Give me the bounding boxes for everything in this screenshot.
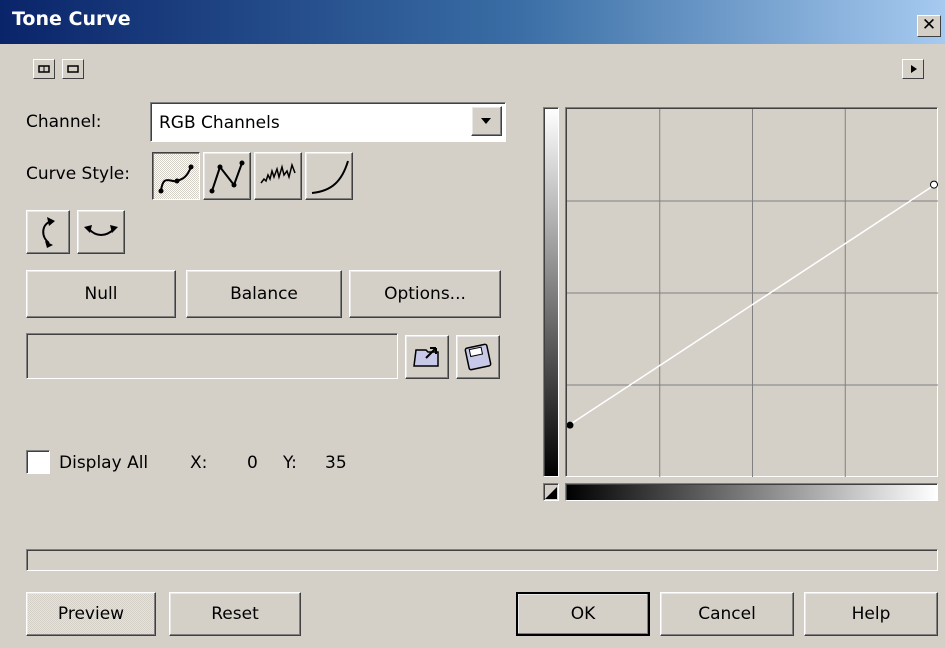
display-all-checkbox[interactable] — [26, 450, 50, 474]
open-preset-button[interactable] — [405, 335, 449, 379]
help-button-label: Help — [851, 604, 891, 624]
expand-view-button[interactable] — [33, 59, 55, 79]
channel-dropdown[interactable]: RGB Channels — [150, 102, 506, 142]
flip-horizontal-button[interactable] — [77, 210, 125, 254]
cancel-button-label: Cancel — [698, 604, 756, 624]
input-gradient-bar — [565, 483, 938, 501]
ok-button-label: OK — [570, 604, 596, 624]
flip-vertical-button[interactable] — [26, 210, 70, 254]
null-button-label: Null — [84, 284, 118, 304]
graph-grid — [567, 109, 938, 477]
collapse-view-button[interactable] — [62, 59, 84, 79]
balance-button[interactable]: Balance — [186, 270, 342, 318]
progress-bar — [26, 549, 938, 571]
smooth-curve-icon — [158, 164, 194, 194]
preset-name-field[interactable] — [26, 333, 398, 379]
single-panel-icon — [67, 65, 79, 73]
linear-curve-icon — [209, 160, 245, 194]
curve-style-gamma-button[interactable] — [305, 152, 353, 200]
curve-style-linear-button[interactable] — [203, 152, 251, 200]
close-icon: ✕ — [921, 15, 937, 35]
reset-button[interactable]: Reset — [169, 592, 301, 636]
y-coordinate-label: Y: — [283, 453, 297, 473]
gamma-curve-icon — [311, 160, 349, 194]
chevron-down-icon — [481, 118, 491, 124]
dropdown-arrow-button[interactable] — [471, 106, 502, 136]
arrow-right-icon — [911, 65, 917, 73]
curve-plot — [567, 109, 938, 477]
ok-button[interactable]: OK — [516, 592, 650, 636]
curve-style-smooth-button[interactable] — [152, 152, 200, 200]
title-bar: Tone Curve ✕ — [0, 0, 945, 44]
double-panel-icon — [38, 65, 50, 73]
window-title: Tone Curve — [12, 8, 131, 30]
preview-button-label: Preview — [57, 604, 125, 624]
corner-triangle-icon — [545, 487, 557, 499]
options-button-label: Options... — [384, 284, 466, 304]
close-button[interactable]: ✕ — [917, 15, 941, 37]
save-preset-button[interactable] — [456, 335, 500, 379]
flip-horizontal-icon — [84, 225, 118, 236]
x-coordinate-value: 0 — [247, 453, 258, 473]
null-button[interactable]: Null — [26, 270, 176, 318]
help-button[interactable]: Help — [804, 592, 938, 636]
flip-vertical-icon — [42, 217, 55, 248]
options-button[interactable]: Options... — [349, 270, 501, 318]
curve-point-end — [930, 180, 938, 189]
flyout-menu-button[interactable] — [902, 59, 924, 79]
channel-value: RGB Channels — [159, 113, 280, 133]
preview-button[interactable]: Preview — [26, 592, 156, 636]
open-folder-icon — [413, 347, 439, 367]
cancel-button[interactable]: Cancel — [660, 592, 794, 636]
reset-button-label: Reset — [211, 604, 259, 624]
curve-style-freehand-button[interactable] — [254, 152, 302, 200]
y-coordinate-value: 35 — [325, 453, 347, 473]
curve-graph[interactable] — [565, 107, 938, 477]
curve-style-label: Curve Style: — [26, 164, 130, 184]
x-coordinate-label: X: — [190, 453, 208, 473]
gradient-swap-button[interactable] — [543, 483, 559, 501]
display-all-label: Display All — [59, 453, 149, 473]
freehand-curve-icon — [260, 162, 296, 184]
balance-button-label: Balance — [230, 284, 298, 304]
save-disk-icon — [464, 343, 492, 371]
channel-label: Channel: — [26, 112, 102, 132]
output-gradient-bar — [543, 107, 559, 477]
